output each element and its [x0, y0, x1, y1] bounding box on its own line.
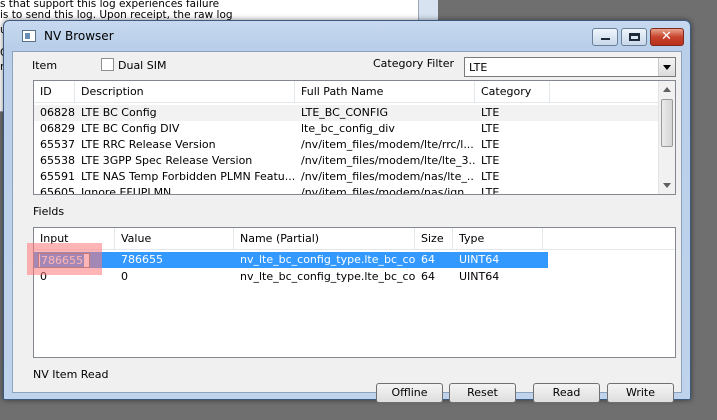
table-cell: 65537: [40, 138, 75, 151]
table-cell: 0: [121, 270, 128, 283]
offline-button[interactable]: Offline: [376, 383, 443, 403]
table-row[interactable]: 06829 LTE BC Config DIV lte_bc_config_di…: [34, 121, 675, 137]
close-icon: ✕: [661, 29, 672, 44]
column-header-id[interactable]: ID: [34, 81, 75, 103]
table-cell: LTE: [481, 170, 500, 183]
table-cell: /nv/item_files/modem/nas/ign...: [301, 186, 475, 195]
table-cell: LTE_BC_CONFIG: [301, 106, 388, 119]
table-cell: 65591: [40, 170, 75, 183]
table-row[interactable]: 0 0 nv_lte_bc_config_type.lte_bc_con... …: [34, 269, 675, 285]
reset-button[interactable]: Reset: [449, 383, 516, 403]
category-filter-select[interactable]: LTE: [464, 57, 676, 77]
table-cell: lte_bc_config_div: [301, 122, 395, 135]
category-filter-value: LTE: [469, 61, 488, 74]
chevron-down-icon[interactable]: [658, 58, 675, 76]
table-cell: UINT64: [459, 253, 500, 266]
maximize-icon: [629, 33, 640, 41]
column-header-description[interactable]: Description: [75, 81, 295, 103]
table-cell: Ignore EFUPLMN: [81, 186, 172, 195]
table-cell: 65605: [40, 186, 75, 195]
table-row[interactable]: 65537 LTE RRC Release Version /nv/item_f…: [34, 137, 675, 153]
title-bar[interactable]: NV Browser ✕: [4, 21, 690, 51]
scroll-down-icon[interactable]: [663, 183, 671, 188]
table-cell: LTE: [481, 186, 500, 195]
table-cell: LTE NAS Temp Forbidden PLMN Featu...: [81, 170, 295, 183]
items-table[interactable]: ID Description Full Path Name Category 0…: [33, 80, 676, 195]
table-cell: LTE RRC Release Version: [81, 138, 216, 151]
dual-sim-checkbox[interactable]: [101, 58, 114, 71]
fields-table-header: Input Value Name (Partial) Size Type: [34, 228, 675, 250]
table-cell: LTE: [481, 138, 500, 151]
table-row[interactable]: 65538 LTE 3GPP Spec Release Version /nv/…: [34, 153, 675, 169]
column-header-full-path-name[interactable]: Full Path Name: [295, 81, 475, 103]
table-cell: LTE 3GPP Spec Release Version: [81, 154, 253, 167]
table-cell: 786655: [121, 253, 163, 266]
table-cell: 06829: [40, 122, 75, 135]
minimize-button[interactable]: [592, 28, 618, 46]
table-cell: 65538: [40, 154, 75, 167]
dialog-client-area: Item Dual SIM Category Filter LTE ID Des…: [12, 51, 682, 393]
item-label: Item: [32, 59, 58, 72]
table-cell: 64: [421, 253, 435, 266]
column-header-type[interactable]: Type: [453, 228, 543, 250]
table-cell: 64: [421, 270, 435, 283]
scroll-up-icon[interactable]: [663, 87, 671, 92]
table-cell: /nv/item_files/modem/lte/rrc/l...: [301, 138, 474, 151]
table-cell: LTE: [481, 122, 500, 135]
nv-browser-window: NV Browser ✕ Item Dual SIM Category Filt…: [3, 20, 691, 403]
table-cell: nv_lte_bc_config_type.lte_bc_con...: [240, 253, 415, 266]
close-button[interactable]: ✕: [650, 28, 684, 46]
category-filter-label: Category Filter: [373, 57, 454, 70]
dual-sim-label[interactable]: Dual SIM: [118, 59, 166, 72]
table-cell: UINT64: [459, 270, 500, 283]
column-header-category[interactable]: Category: [475, 81, 550, 103]
table-cell: LTE BC Config DIV: [81, 122, 180, 135]
column-header-name-partial[interactable]: Name (Partial): [234, 228, 415, 250]
window-title: NV Browser: [44, 29, 114, 43]
column-header-size[interactable]: Size: [415, 228, 453, 250]
maximize-button[interactable]: [621, 28, 647, 46]
table-cell: LTE: [481, 106, 500, 119]
fields-label: Fields: [33, 205, 65, 218]
minimize-icon: [601, 38, 610, 40]
read-button[interactable]: Read: [533, 383, 600, 403]
table-cell: LTE: [481, 154, 500, 167]
highlight-annotation: [27, 243, 102, 275]
table-cell: nv_lte_bc_config_type.lte_bc_con...: [240, 270, 415, 283]
table-row[interactable]: 786655 786655 nv_lte_bc_config_type.lte_…: [34, 252, 548, 268]
app-window-icon: [22, 30, 36, 42]
column-header-value[interactable]: Value: [115, 228, 234, 250]
items-table-header: ID Description Full Path Name Category: [34, 81, 675, 103]
table-row[interactable]: 06828 LTE BC Config LTE_BC_CONFIG LTE: [34, 105, 675, 121]
table-cell: /nv/item_files/modem/nas/lte_...: [301, 170, 475, 183]
fields-table[interactable]: Input Value Name (Partial) Size Type 786…: [33, 227, 676, 358]
status-text: NV Item Read: [33, 368, 109, 381]
write-button[interactable]: Write: [607, 383, 674, 403]
table-cell: /nv/item_files/modem/lte/lte_3...: [301, 154, 475, 167]
table-row[interactable]: 65605 Ignore EFUPLMN /nv/item_files/mode…: [34, 185, 675, 195]
table-cell: LTE BC Config: [81, 106, 157, 119]
table-cell: 06828: [40, 106, 75, 119]
items-table-scrollbar[interactable]: [658, 81, 675, 194]
scrollbar-thumb[interactable]: [661, 99, 673, 147]
table-row[interactable]: 65591 LTE NAS Temp Forbidden PLMN Featu.…: [34, 169, 675, 185]
